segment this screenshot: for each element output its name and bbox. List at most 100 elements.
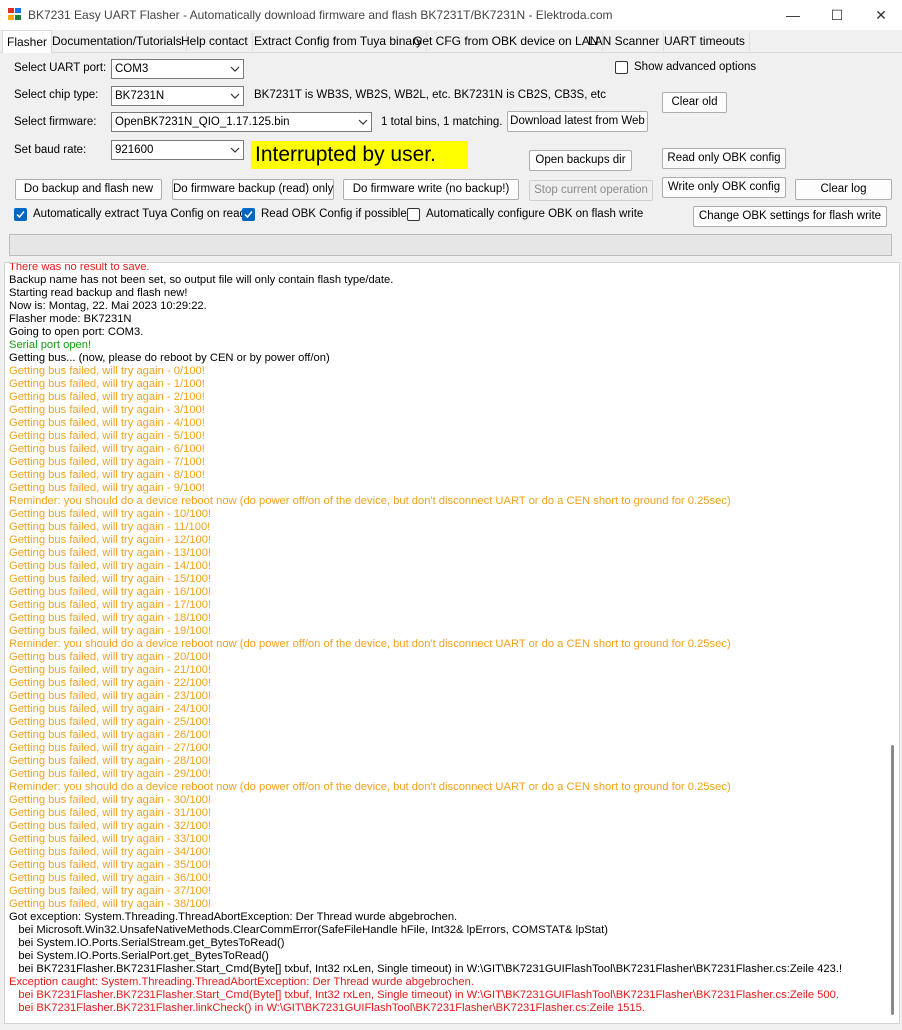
log-line: Getting bus failed, will try again - 31/… <box>9 807 212 819</box>
log-line: Getting bus failed, will try again - 33/… <box>9 833 212 845</box>
tab-get-cfg[interactable]: Get CFG from OBK device on LAN <box>409 32 604 51</box>
log-line: Getting bus failed, will try again - 35/… <box>9 859 212 871</box>
maximize-icon[interactable]: ☐ <box>814 0 860 30</box>
tab-extract-config[interactable]: Extract Config from Tuya binary <box>250 32 428 51</box>
log-line: Exception caught: System.Threading.Threa… <box>9 976 474 988</box>
log-line: bei BK7231Flasher.BK7231Flasher.Start_Cm… <box>9 989 839 1001</box>
baud-rate-label: Set baud rate: <box>14 144 87 156</box>
write-only-obk-button[interactable]: Write only OBK config <box>662 177 786 198</box>
log-line: Got exception: System.Threading.ThreadAb… <box>9 911 458 923</box>
backup-and-flash-button[interactable]: Do backup and flash new <box>15 179 162 200</box>
log-lines: There was no result to save. Backup name … <box>9 262 843 1015</box>
firmware-backup-button[interactable]: Do firmware backup (read) only <box>172 179 334 200</box>
log-line: Getting bus failed, will try again - 20/… <box>9 651 212 663</box>
log-line: Getting bus failed, will try again - 6/1… <box>9 443 205 455</box>
log-line: Getting bus failed, will try again - 37/… <box>9 885 212 897</box>
log-scrollbar[interactable] <box>887 263 899 1023</box>
chevron-down-icon <box>230 147 240 153</box>
log-line: Getting bus failed, will try again - 22/… <box>9 677 212 689</box>
log-line: Getting bus failed, will try again - 30/… <box>9 794 212 806</box>
firmware-info-text: 1 total bins, 1 matching. <box>381 116 503 128</box>
log-line: There was no result to save. <box>9 262 150 273</box>
progress-bar <box>9 234 892 256</box>
change-obk-settings-button[interactable]: Change OBK settings for flash write <box>693 206 887 227</box>
log-line: Getting bus failed, will try again - 18/… <box>9 612 212 624</box>
log-line: Going to open port: COM3. <box>9 326 144 338</box>
log-line: Getting bus failed, will try again - 19/… <box>9 625 212 637</box>
log-line: bei Microsoft.Win32.UnsafeNativeMethods.… <box>9 924 608 936</box>
minimize-icon[interactable]: — <box>770 0 816 30</box>
clear-old-button[interactable]: Clear old <box>662 92 727 113</box>
log-line: Getting bus failed, will try again - 14/… <box>9 560 212 572</box>
download-latest-button[interactable]: Download latest from Web <box>507 111 648 132</box>
log-line: Getting bus... (now, please do reboot by… <box>9 352 330 364</box>
log-line: Getting bus failed, will try again - 38/… <box>9 898 212 910</box>
log-line: Getting bus failed, will try again - 2/1… <box>9 391 205 403</box>
checkmark-icon <box>244 211 253 219</box>
tab-documentation[interactable]: Documentation/Tutorials <box>48 32 187 51</box>
baud-rate-value: 921600 <box>115 144 154 156</box>
log-line: Getting bus failed, will try again - 24/… <box>9 703 212 715</box>
log-line: bei System.IO.Ports.SerialPort.get_Bytes… <box>9 950 269 962</box>
log-line: Getting bus failed, will try again - 8/1… <box>9 469 205 481</box>
log-line: Reminder: you should do a device reboot … <box>9 495 731 507</box>
checkmark-icon <box>16 211 25 219</box>
log-line: Getting bus failed, will try again - 1/1… <box>9 378 205 390</box>
log-line: Getting bus failed, will try again - 12/… <box>9 534 212 546</box>
read-obk-checkbox[interactable] <box>242 208 255 221</box>
chip-info-text: BK7231T is WB3S, WB2S, WB2L, etc. BK7231… <box>254 89 606 101</box>
scrollbar-thumb[interactable] <box>891 745 894 1015</box>
tab-flasher[interactable]: Flasher <box>2 30 53 53</box>
log-line: bei System.IO.Ports.SerialStream.get_Byt… <box>9 937 285 949</box>
status-banner: Interrupted by user. <box>251 141 468 169</box>
log-line: bei BK7231Flasher.BK7231Flasher.Start_Cm… <box>9 963 843 975</box>
chevron-down-icon <box>358 119 368 125</box>
tab-help-contact[interactable]: Help contact <box>177 32 253 51</box>
log-line: Getting bus failed, will try again - 0/1… <box>9 365 205 377</box>
log-line: Getting bus failed, will try again - 27/… <box>9 742 212 754</box>
firmware-write-button[interactable]: Do firmware write (no backup!) <box>343 179 519 200</box>
stop-operation-button[interactable]: Stop current operation <box>529 180 653 201</box>
log-line: Getting bus failed, will try again - 9/1… <box>9 482 205 494</box>
log-line: Getting bus failed, will try again - 11/… <box>9 521 211 533</box>
read-obk-label: Read OBK Config if possible <box>261 208 407 220</box>
log-line: Getting bus failed, will try again - 28/… <box>9 755 212 767</box>
auto-configure-checkbox[interactable] <box>407 208 420 221</box>
firmware-select[interactable]: OpenBK7231N_QIO_1.17.125.bin <box>111 112 372 132</box>
tab-strip: Flasher Documentation/Tutorials Help con… <box>0 30 902 53</box>
log-line: Getting bus failed, will try again - 21/… <box>9 664 212 676</box>
show-advanced-checkbox[interactable] <box>615 61 628 74</box>
log-line: Getting bus failed, will try again - 15/… <box>9 573 212 585</box>
chip-type-label: Select chip type: <box>14 89 99 101</box>
log-line: Getting bus failed, will try again - 26/… <box>9 729 212 741</box>
log-line: Getting bus failed, will try again - 4/1… <box>9 417 205 429</box>
baud-rate-select[interactable]: 921600 <box>111 140 244 160</box>
window-title: BK7231 Easy UART Flasher - Automatically… <box>28 8 613 22</box>
clear-log-button[interactable]: Clear log <box>795 179 892 200</box>
read-only-obk-button[interactable]: Read only OBK config <box>662 148 786 169</box>
log-line: Getting bus failed, will try again - 25/… <box>9 716 212 728</box>
log-line: Getting bus failed, will try again - 10/… <box>9 508 212 520</box>
extract-tuya-checkbox[interactable] <box>14 208 27 221</box>
chip-type-select[interactable]: BK7231N <box>111 86 244 106</box>
log-line: Serial port open! <box>9 339 92 351</box>
chevron-down-icon <box>230 93 240 99</box>
log-line: Now is: Montag, 22. Mai 2023 10:29:22. <box>9 300 207 312</box>
log-output[interactable]: There was no result to save. Backup name … <box>4 262 900 1024</box>
log-line: Backup name has not been set, so output … <box>9 274 394 286</box>
open-backups-button[interactable]: Open backups dir <box>529 150 632 171</box>
extract-tuya-label: Automatically extract Tuya Config on rea… <box>33 208 246 220</box>
uart-port-value: COM3 <box>115 63 149 75</box>
close-icon[interactable]: ✕ <box>858 0 902 30</box>
tab-uart-timeouts[interactable]: UART timeouts <box>660 32 750 51</box>
chip-type-value: BK7231N <box>115 90 165 102</box>
firmware-value: OpenBK7231N_QIO_1.17.125.bin <box>115 116 290 128</box>
log-line: Starting read backup and flash new! <box>9 287 188 299</box>
log-line: Getting bus failed, will try again - 34/… <box>9 846 212 858</box>
log-line: Getting bus failed, will try again - 13/… <box>9 547 212 559</box>
log-line: Getting bus failed, will try again - 7/1… <box>9 456 205 468</box>
title-bar: BK7231 Easy UART Flasher - Automatically… <box>0 0 902 30</box>
log-line: Getting bus failed, will try again - 5/1… <box>9 430 205 442</box>
uart-port-select[interactable]: COM3 <box>111 59 244 79</box>
tab-lan-scanner[interactable]: LAN Scanner <box>584 32 665 51</box>
